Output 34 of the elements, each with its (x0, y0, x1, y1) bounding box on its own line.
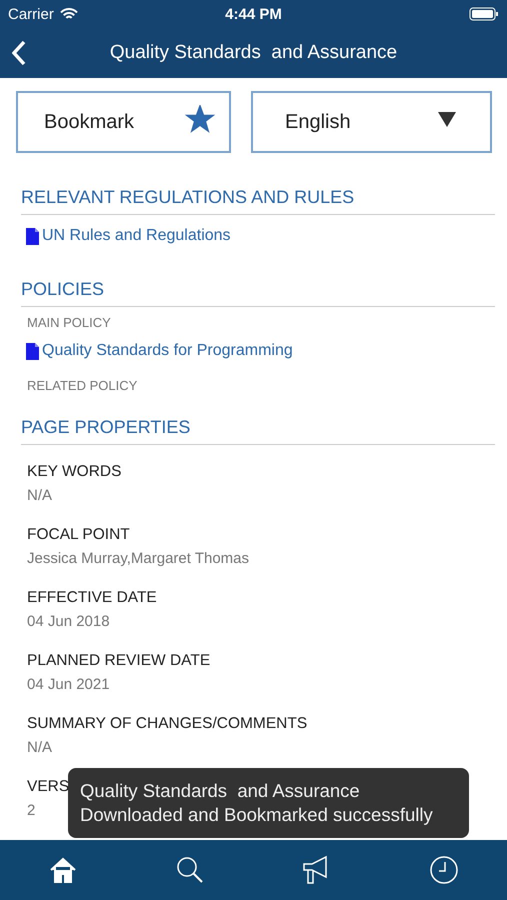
search-icon[interactable] (176, 856, 204, 884)
subheading: RELATED POLICY (26, 377, 138, 393)
carrier-name: Carrier (8, 6, 54, 22)
property-label: PLANNED REVIEW DATE (27, 652, 210, 670)
subheading: MAIN POLICY (26, 314, 112, 330)
property-value: 04 Jun 2018 (27, 613, 110, 630)
page-title: Quality Standards and Assurance (108, 42, 398, 64)
section-heading: POLICIES (21, 255, 495, 307)
section-heading: RELEVANT REGULATIONS AND RULES (21, 153, 495, 215)
property-value: N/A (27, 487, 52, 504)
document-link[interactable]: UN Rules and Regulations (42, 227, 231, 245)
language-select[interactable]: English (251, 91, 492, 153)
property-value: N/A (27, 739, 52, 756)
property-label: KEY WORDS (27, 463, 122, 481)
property-label: VERS (27, 778, 70, 796)
property-label: FOCAL POINT (27, 526, 130, 544)
battery-icon (469, 7, 499, 21)
document-link[interactable]: Quality Standards for Programming (42, 342, 293, 360)
toast-message: Quality Standards and Assurance Downloaded and Bookmarked successfully (68, 768, 469, 838)
clock-icon[interactable] (428, 855, 459, 885)
property-value: 04 Jun 2021 (27, 676, 110, 693)
property-value: 2 (27, 802, 36, 819)
section-heading: PAGE PROPERTIES (21, 393, 495, 445)
back-icon[interactable] (12, 40, 26, 66)
property-label: SUMMARY OF CHANGES/COMMENTS (27, 715, 308, 733)
home-icon[interactable] (49, 857, 78, 883)
property-label: EFFECTIVE DATE (27, 589, 157, 607)
dropdown-caret-icon (438, 112, 456, 126)
bookmark-button[interactable]: Bookmark (16, 91, 231, 153)
property-value: Jessica Murray,Margaret Thomas (27, 550, 250, 567)
document-icon (26, 228, 39, 244)
status-time: 4:44 PM (225, 6, 282, 22)
wifi-icon (60, 8, 78, 20)
document-icon (26, 342, 39, 360)
